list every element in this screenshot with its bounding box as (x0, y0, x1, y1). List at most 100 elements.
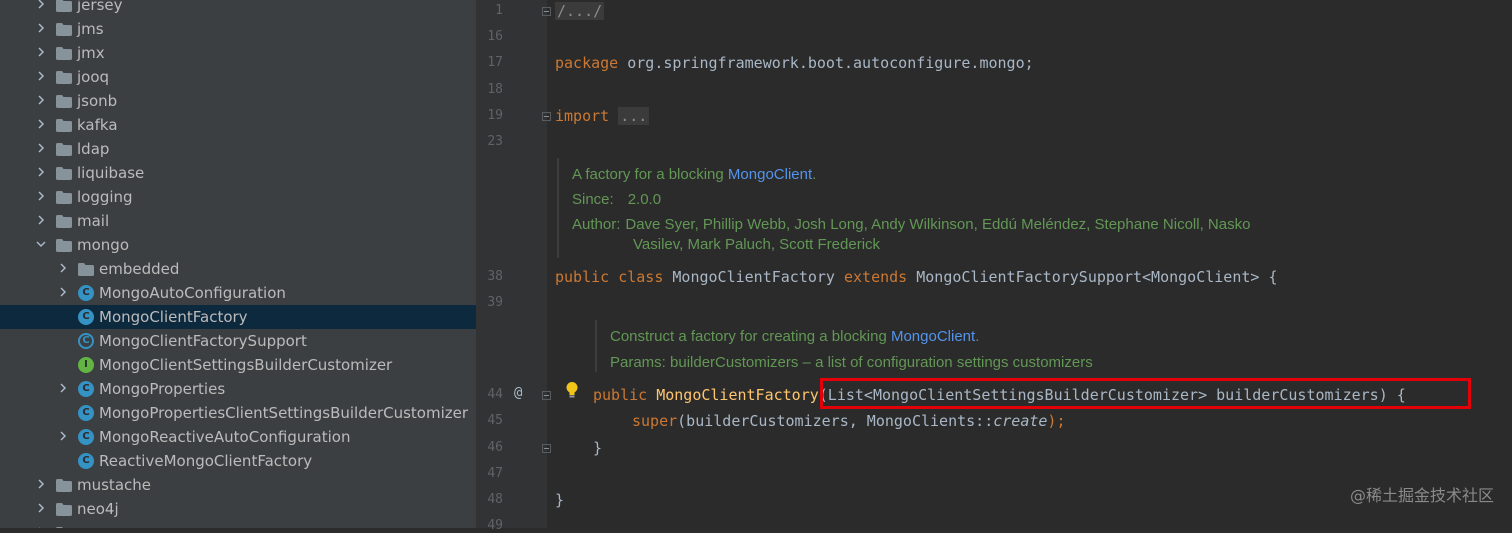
tree-item-mongo[interactable]: mongo (0, 233, 477, 257)
tree-item-label: MongoReactiveAutoConfiguration (99, 428, 351, 446)
folder-icon (56, 238, 72, 252)
tree-item-jms[interactable]: jms (0, 17, 477, 41)
watermark: @稀土掘金技术社区 (1349, 486, 1494, 505)
folder-icon (56, 22, 72, 36)
tree-item-mongoproperties[interactable]: C MongoProperties (0, 377, 477, 401)
class-icon: C (78, 429, 94, 445)
fold-toggle-icon[interactable] (542, 7, 551, 16)
tree-item-label: mongo (77, 236, 129, 254)
tree-item-jersey[interactable]: jersey (0, 0, 477, 17)
chevron-right-icon[interactable] (36, 0, 45, 9)
line-number: 17 (487, 55, 503, 70)
chevron-right-icon[interactable] (36, 479, 45, 489)
doc-text: A factory for a blocking (572, 166, 728, 183)
chevron-right-icon[interactable] (36, 215, 45, 225)
class-doc-author: Author: Dave Syer, Phillip Webb, Josh Lon… (572, 216, 1250, 233)
chevron-right-icon[interactable] (58, 263, 67, 273)
statement-end: ); (1047, 412, 1066, 430)
chevron-right-icon[interactable] (36, 23, 45, 33)
tree-item-jmx[interactable]: jmx (0, 41, 477, 65)
collapsed-imports[interactable]: ... (618, 107, 650, 125)
fold-toggle-icon[interactable] (542, 391, 551, 400)
doc-link[interactable]: MongoClient (728, 166, 812, 183)
chevron-right-icon[interactable] (58, 383, 67, 393)
chevron-right-icon[interactable] (36, 143, 45, 153)
collapsed-header[interactable]: /.../ (555, 2, 605, 20)
code-line-super[interactable]: super(builderCustomizers, MongoClients::… (632, 412, 1065, 430)
fold-toggle-icon[interactable] (542, 112, 551, 121)
tree-item-n[interactable]: n (0, 521, 477, 528)
tree-item-logging[interactable]: logging (0, 185, 477, 209)
tree-item-mongoclientfactory[interactable]: C MongoClientFactory (0, 305, 477, 329)
tree-item-label: jms (77, 20, 104, 38)
tree-item-mongoreactiveautoconfiguration[interactable]: C MongoReactiveAutoConfiguration (0, 425, 477, 449)
tree-item-label: MongoAutoConfiguration (99, 284, 286, 302)
code-line-close-outer[interactable]: } (555, 491, 564, 509)
keyword: super (632, 412, 678, 430)
tree-item-jooq[interactable]: jooq (0, 65, 477, 89)
line-number: 38 (487, 269, 503, 284)
chevron-down-icon[interactable] (36, 239, 46, 248)
code-line-class-decl[interactable]: public class MongoClientFactory extends … (555, 268, 1277, 286)
tree-item-mongoclientsettingsbuildercustomizer[interactable]: I MongoClientSettingsBuilderCustomizer (0, 353, 477, 377)
tree-item-neo4j[interactable]: neo4j (0, 497, 477, 521)
doc-link[interactable]: MongoClient (891, 328, 975, 345)
tree-item-label: jmx (77, 44, 105, 62)
tree-item-mongoclientfactorysupport[interactable]: C MongoClientFactorySupport (0, 329, 477, 353)
ctor-javadoc (595, 320, 597, 372)
method-ref: create (993, 412, 1048, 430)
folder-icon (56, 94, 72, 108)
line-number: 44 (487, 387, 503, 402)
tree-item-liquibase[interactable]: liquibase (0, 161, 477, 185)
chevron-right-icon[interactable] (36, 191, 45, 201)
chevron-right-icon[interactable] (36, 95, 45, 105)
tree-item-jsonb[interactable]: jsonb (0, 89, 477, 113)
tree-item-mongopropertiesclientsettingsbuildercustomizer[interactable]: C MongoPropertiesClientSettingsBuilderCus… (0, 401, 477, 425)
code-editor[interactable]: 1 16 17 18 19 23 38 39 44 45 46 47 48 49… (477, 0, 1512, 533)
chevron-right-icon[interactable] (36, 47, 45, 57)
tree-item-mongoautoconfiguration[interactable]: C MongoAutoConfiguration (0, 281, 477, 305)
line-number: 1 (495, 3, 503, 18)
tree-item-mail[interactable]: mail (0, 209, 477, 233)
package-name: org.springframework.boot.autoconfigure.m… (618, 54, 1034, 72)
doc-value: Dave Syer, Phillip Webb, Josh Long, Andy… (625, 216, 1251, 233)
code-line-package[interactable]: package org.springframework.boot.autocon… (555, 54, 1034, 72)
tree-item-kafka[interactable]: kafka (0, 113, 477, 137)
tree-item-label: embedded (99, 260, 180, 278)
folder-icon (78, 262, 94, 276)
chevron-right-icon[interactable] (36, 503, 45, 513)
line-number: 39 (487, 295, 503, 310)
class-icon: C (78, 333, 94, 349)
tree-item-label: jersey (77, 0, 123, 14)
tree-item-reactivemongoclientfactory[interactable]: C ReactiveMongoClientFactory (0, 449, 477, 473)
tree-item-embedded[interactable]: embedded (0, 257, 477, 281)
chevron-right-icon[interactable] (58, 287, 67, 297)
folder-icon (56, 70, 72, 84)
line-number: 46 (487, 440, 503, 455)
lightbulb-icon[interactable] (565, 381, 579, 399)
line-number: 49 (487, 518, 503, 533)
fold-toggle-icon[interactable] (542, 444, 551, 453)
chevron-right-icon[interactable] (36, 71, 45, 81)
tree-item-ldap[interactable]: ldap (0, 137, 477, 161)
folder-icon (56, 142, 72, 156)
line-number: 16 (487, 29, 503, 44)
chevron-right-icon[interactable] (36, 119, 45, 129)
line-number: 48 (487, 492, 503, 507)
folder-icon (56, 0, 72, 12)
code-line-close-inner[interactable]: } (593, 439, 602, 457)
keyword: public class (555, 268, 664, 286)
class-doc-author-cont: Vasilev, Mark Paluch, Scott Frederick (633, 236, 881, 253)
doc-text: . (975, 328, 980, 345)
project-tree: jersey jms jmx jooq jsonb kafka ldap liquibase l… (0, 0, 477, 528)
code-line-import[interactable]: import ... (555, 107, 650, 125)
keyword: public (593, 386, 648, 404)
chevron-right-icon[interactable] (36, 167, 45, 177)
code-line-1[interactable]: /.../ (555, 2, 605, 20)
tree-item-label: MongoProperties (99, 380, 226, 398)
tree-item-mustache[interactable]: mustache (0, 473, 477, 497)
chevron-right-icon[interactable] (58, 431, 67, 441)
class-icon: C (78, 405, 94, 421)
folder-icon (56, 502, 72, 516)
overrides-at-icon[interactable]: @ (514, 385, 522, 401)
